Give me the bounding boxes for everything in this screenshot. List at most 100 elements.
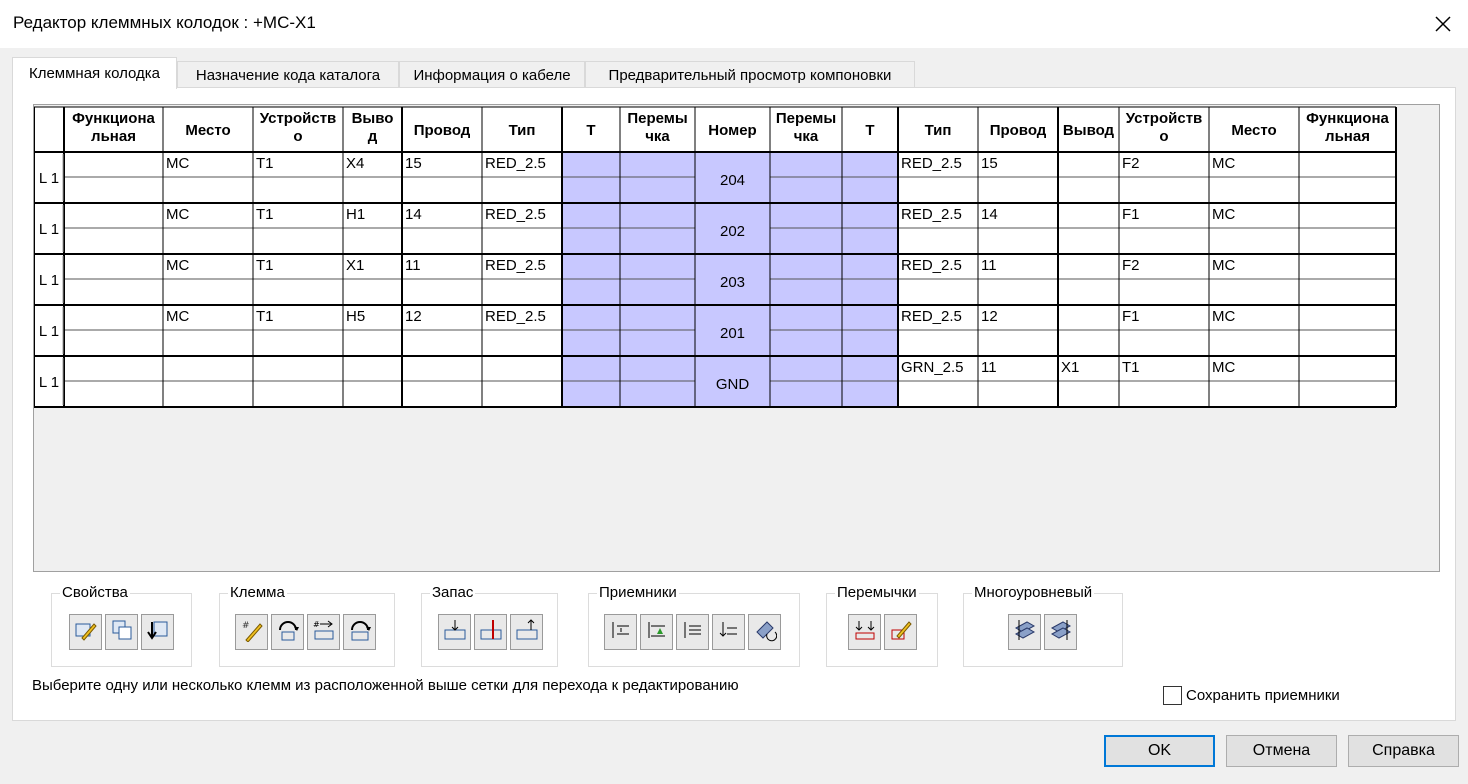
move-terminal-button[interactable] [271,614,304,650]
cell-type: RED_2.5 [485,257,546,274]
copy-properties-button[interactable] [105,614,138,650]
add-destinations-button[interactable] [640,614,673,650]
tab-cable-info[interactable]: Информация о кабеле [399,61,585,88]
terminal-number: 204 [720,172,745,189]
renumber-terminal-button[interactable]: # [307,614,340,650]
edit-terminal-button[interactable]: # [235,614,268,650]
column-header-label: Т [586,122,595,139]
edit-properties-button[interactable] [69,614,102,650]
delete-spare-button[interactable] [510,614,543,650]
reverse-terminal-button[interactable] [343,614,376,650]
save-destinations-checkbox[interactable]: Сохранить приемники [1163,685,1340,705]
cell-place: MC [1212,359,1235,376]
cell-device: T1 [256,206,274,223]
cell-type: GRN_2.5 [901,359,964,376]
cell-wire: 15 [405,155,422,172]
tab-label: Информация о кабеле [413,66,571,84]
cancel-button[interactable]: Отмена [1226,735,1337,767]
cell-pin: H1 [346,206,365,223]
cell-place: MC [1212,308,1235,325]
cell-place: MC [166,155,189,172]
move-terminal-icon [276,618,300,646]
cell-pin: X4 [346,155,364,172]
terminal-grid-area[interactable]: Функциона льная Место Устройств о Выво д Провод… [33,104,1440,572]
tab-catalog-code[interactable]: Назначение кода каталога [177,61,399,88]
column-header-label: Перемы [776,110,836,127]
edit-destinations-button[interactable] [748,614,781,650]
column-header-label: Тип [509,122,536,139]
column-header[interactable]: Т [586,122,595,139]
column-header[interactable]: Место [1231,122,1276,139]
paste-properties-button[interactable] [141,614,174,650]
add-jumper-button[interactable] [848,614,881,650]
tab-layout-preview[interactable]: Предварительный просмотр компоновки [585,61,915,88]
cell-device: T1 [256,155,274,172]
checkbox-box[interactable] [1163,685,1182,705]
column-header-label: Функциона [72,110,155,127]
group-terminal: Клемма # # [219,584,395,667]
column-header[interactable]: Тип [925,122,952,139]
help-button[interactable]: Справка [1348,735,1459,767]
column-header-label: о [293,128,302,145]
column-header[interactable]: Т [865,122,874,139]
multilevel-up-icon [1013,618,1037,646]
edit-jumper-icon [889,618,913,646]
cell-wire: 15 [981,155,998,172]
tab-terminal-strip[interactable]: Клеммная колодка [12,57,177,89]
column-header-label: Функциона [1306,110,1389,127]
add-spare-button[interactable] [438,614,471,650]
tab-panel: Функциона льная Место Устройств о Выво д Провод… [12,87,1456,721]
group-spare: Запас [421,584,558,667]
column-header[interactable]: Номер [708,122,756,139]
cell-wire: 12 [405,308,422,325]
group-label: Многоуровневый [972,584,1095,602]
row-level: L 1 [39,374,59,391]
cell-place: MC [1212,155,1235,172]
cell-wire: 11 [405,257,421,274]
column-header-label: Т [865,122,874,139]
cell-type: RED_2.5 [901,155,962,172]
ok-button[interactable]: OK [1104,735,1215,767]
delete-spare-icon [515,618,539,646]
column-header-label: Провод [990,122,1047,139]
terminal-number: 201 [720,325,745,342]
row-level: L 1 [39,221,59,238]
column-header-label: Вывод [1063,122,1115,139]
delete-destinations-button[interactable] [712,614,745,650]
multilevel-up-button[interactable] [1008,614,1041,650]
edit-jumper-button[interactable] [884,614,917,650]
column-header[interactable]: Место [185,122,230,139]
multilevel-down-button[interactable] [1044,614,1077,650]
add-spare-icon [443,618,467,646]
column-header[interactable]: Провод [414,122,471,139]
svg-text:#: # [242,621,250,631]
column-header[interactable]: Тип [509,122,536,139]
column-header[interactable]: Вывод [1063,122,1115,139]
row-level: L 1 [39,323,59,340]
insert-spare-icon [479,618,503,646]
column-header-label: Место [1231,122,1276,139]
instruction-text: Выберите одну или несколько клемм из рас… [32,677,739,694]
column-header-label: д [368,128,378,145]
move-destinations-button[interactable] [604,614,637,650]
column-header[interactable]: Провод [990,122,1047,139]
close-icon[interactable] [1418,0,1468,48]
column-header-label: льная [1325,128,1370,145]
column-header-label: Перемы [627,110,687,127]
cell-device: F1 [1122,308,1140,325]
reverse-terminal-icon [348,618,372,646]
insert-spare-button[interactable] [474,614,507,650]
terminal-grid[interactable]: Функциональная МестоУстройствоВывод Провод… [34,105,1439,571]
row-level: L 1 [39,170,59,187]
move-destinations-icon [609,618,633,646]
swap-destinations-button[interactable] [676,614,709,650]
window-title: Редактор клеммных колодок : +MC-X1 [13,13,316,32]
group-label: Перемычки [835,584,919,602]
copy-properties-icon [110,618,134,646]
column-header-label: о [1159,128,1168,145]
cell-type: RED_2.5 [485,206,546,223]
multilevel-down-icon [1049,618,1073,646]
edit-terminal-icon: # [240,618,264,646]
cell-device: T1 [256,257,274,274]
column-header-label: Тип [925,122,952,139]
